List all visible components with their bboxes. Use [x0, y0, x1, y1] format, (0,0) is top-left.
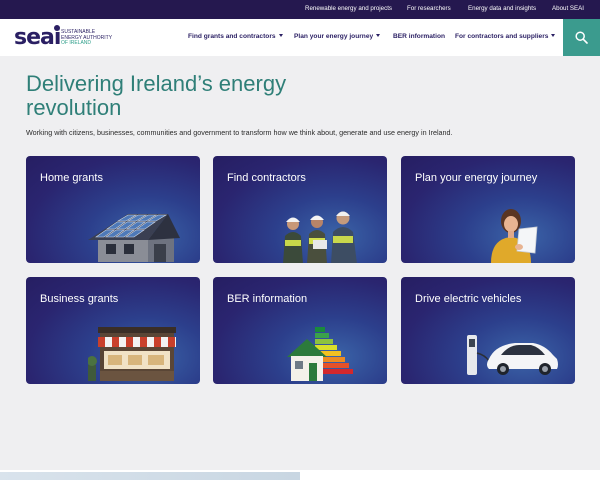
card-title: Drive electric vehicles: [415, 293, 522, 305]
solar-house-icon: [88, 214, 180, 262]
utility-link-renewable[interactable]: Renewable energy and projects: [305, 5, 392, 12]
energy-rating-house-icon: [287, 327, 353, 381]
nav-ber-label: BER information: [393, 33, 446, 40]
chevron-down-icon: [278, 33, 283, 37]
nav-contractors-label: For contractors and suppliers: [455, 33, 549, 40]
card-home-grants[interactable]: Home grants: [26, 156, 200, 263]
chevron-down-icon: [551, 33, 556, 37]
nav-plan-journey-label: Plan your energy journey: [294, 33, 374, 40]
utility-link-energy-data[interactable]: Energy data and insights: [468, 5, 536, 12]
card-title: BER information: [227, 293, 308, 305]
ev-charging-icon: [467, 335, 558, 375]
utility-bar: Renewable energy and projects For resear…: [0, 0, 600, 19]
page-title: Delivering Ireland’s energy revolution: [26, 71, 287, 120]
card-ber-information[interactable]: BER information: [213, 277, 387, 384]
card-title: Home grants: [40, 172, 103, 184]
nav-find-grants-label: Find grants and contractors: [188, 33, 276, 40]
woman-tablet-icon: [491, 209, 538, 263]
logo-tagline-line3: OF IRELAND: [61, 40, 92, 47]
card-plan-energy-journey[interactable]: Plan your energy journey: [401, 156, 575, 263]
search-icon: [575, 31, 588, 44]
chevron-down-icon: [376, 33, 381, 37]
utility-link-researchers[interactable]: For researchers: [407, 5, 451, 12]
nav-find-grants[interactable]: Find grants and contractors: [188, 33, 283, 40]
card-title: Plan your energy journey: [415, 172, 538, 184]
logo-tagline: SUSTAINABLE ENERGY AUTHORITY OF IRELAND: [61, 29, 112, 47]
card-title: Business grants: [40, 293, 119, 305]
card-business-grants[interactable]: Business grants: [26, 277, 200, 384]
logo-dot: [54, 25, 60, 31]
utility-link-about[interactable]: About SEAI: [552, 5, 584, 12]
card-find-contractors[interactable]: Find contractors: [213, 156, 387, 263]
card-drive-electric-vehicles[interactable]: Drive electric vehicles: [401, 277, 575, 384]
footer-image-strip: [0, 472, 300, 480]
contractors-icon: [283, 211, 357, 263]
nav-plan-journey[interactable]: Plan your energy journey: [294, 33, 381, 40]
main-navigation: seai SUSTAINABLE ENERGY AUTHORITY OF IRE…: [0, 19, 600, 56]
nav-contractors-suppliers[interactable]: For contractors and suppliers: [455, 33, 556, 40]
shopfront-icon: [88, 327, 176, 381]
search-button[interactable]: [563, 19, 600, 56]
logo-wordmark: seai: [14, 25, 61, 50]
nav-ber-information[interactable]: BER information: [393, 33, 445, 40]
card-title: Find contractors: [227, 172, 306, 184]
seai-logo[interactable]: seai SUSTAINABLE ENERGY AUTHORITY OF IRE…: [14, 25, 124, 51]
page-subtitle: Working with citizens, businesses, commu…: [26, 128, 453, 137]
